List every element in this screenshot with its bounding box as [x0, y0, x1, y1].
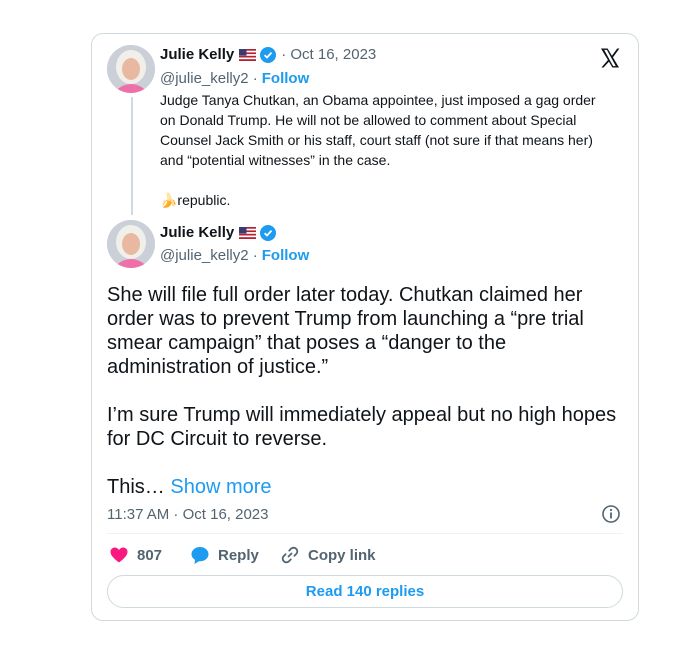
read-replies-label: Read 140 replies [305, 583, 425, 600]
tweet-date[interactable]: · Oct 16, 2023 [281, 46, 376, 63]
author-avatar[interactable] [107, 45, 155, 93]
main-handle-row: @julie_kelly2 · Follow [160, 247, 309, 264]
like-count: 807 [137, 546, 163, 564]
quoted-handle-row: @julie_kelly2 · Follow [160, 70, 309, 87]
follow-button[interactable]: Follow [262, 70, 310, 87]
author-handle[interactable]: @julie_kelly2 · [160, 247, 258, 264]
read-replies-button[interactable]: Read 140 replies [107, 575, 623, 608]
show-more-link[interactable]: Show more [170, 476, 271, 498]
author-handle[interactable]: @julie_kelly2 · [160, 70, 258, 87]
divider [107, 533, 623, 534]
link-icon [281, 546, 299, 564]
x-logo-icon[interactable] [598, 46, 622, 70]
tweet-timestamp[interactable]: 11:37 AM · Oct 16, 2023 [107, 506, 268, 523]
author-name[interactable]: Julie Kelly [160, 224, 234, 241]
tweet-text: She will file full order later today. Ch… [107, 284, 617, 450]
like-button[interactable]: 807 [109, 545, 162, 565]
verified-badge-icon [260, 46, 277, 63]
verified-badge-icon [260, 224, 277, 241]
us-flag-icon [239, 48, 257, 61]
author-avatar[interactable] [107, 220, 155, 268]
thread-connector-line [131, 97, 133, 215]
heart-icon [110, 547, 128, 563]
reply-bubble-icon [191, 547, 209, 564]
follow-button[interactable]: Follow [262, 247, 310, 264]
truncated-text-row: This… Show more [107, 475, 272, 499]
main-author-row: Julie Kelly [160, 224, 277, 241]
reply-label: Reply [218, 546, 259, 564]
reply-button[interactable]: Reply [190, 545, 259, 565]
copy-link-button[interactable]: Copy link [280, 545, 376, 565]
quoted-author-row: Julie Kelly · Oct 16, 2023 [160, 46, 376, 63]
truncated-text: This… [107, 476, 165, 498]
us-flag-icon [239, 226, 257, 239]
info-icon[interactable] [601, 504, 621, 524]
quoted-tweet-text: Judge Tanya Chutkan, an Obama appointee,… [160, 92, 596, 208]
author-name[interactable]: Julie Kelly [160, 46, 234, 63]
copy-link-label: Copy link [308, 546, 376, 564]
